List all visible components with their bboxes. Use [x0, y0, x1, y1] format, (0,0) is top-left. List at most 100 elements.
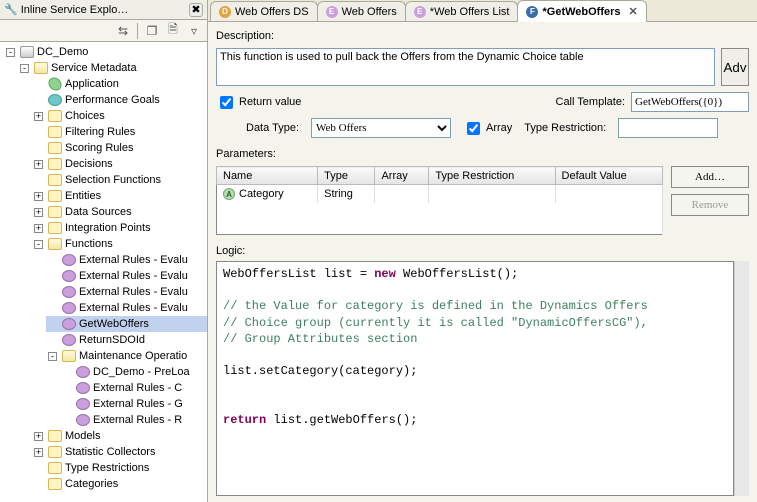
twisty-icon[interactable]: +: [34, 192, 43, 201]
tree-label: External Rules - C: [93, 380, 182, 396]
x-icon[interactable]: ✖: [189, 3, 203, 17]
tree-item[interactable]: Selection Functions: [32, 172, 207, 188]
logic-label: Logic:: [216, 245, 749, 257]
type-restriction-input[interactable]: [618, 118, 718, 138]
tree-function-item[interactable]: GetWebOffers: [46, 316, 207, 332]
tree-item[interactable]: Categories: [32, 476, 207, 492]
function-icon: [62, 334, 76, 346]
table-header[interactable]: Type: [318, 167, 375, 185]
tree-function-item[interactable]: External Rules - Evalu: [46, 284, 207, 300]
param-icon: A: [223, 188, 235, 200]
tree-label: DC_Demo: [37, 44, 88, 60]
twisty-icon[interactable]: +: [34, 208, 43, 217]
twisty-icon[interactable]: -: [6, 48, 15, 57]
function-form: Description: Adv Return value Call Templ…: [208, 22, 757, 261]
return-value-checkbox[interactable]: Return value: [216, 93, 301, 112]
folder-icon: [48, 238, 62, 250]
tree[interactable]: - DC_Demo - Service Metadata Application: [0, 42, 207, 502]
tree-item[interactable]: + Decisions: [32, 156, 207, 172]
twisty-icon[interactable]: -: [34, 240, 43, 249]
twisty-icon[interactable]: +: [34, 432, 43, 441]
tree-item[interactable]: Application: [32, 76, 207, 92]
tree-item[interactable]: Scoring Rules: [32, 140, 207, 156]
tree-label: GetWebOffers: [79, 316, 149, 332]
table-header[interactable]: Array: [375, 167, 429, 185]
editor-tab[interactable]: DWeb Offers DS: [210, 1, 318, 21]
array-checkbox[interactable]: Array: [463, 119, 512, 138]
tree-label: Categories: [65, 476, 118, 492]
tree-function-item[interactable]: External Rules - R: [60, 412, 207, 428]
tree-item[interactable]: +Choices: [32, 108, 207, 124]
editor-tab[interactable]: E*Web Offers List: [405, 1, 519, 21]
tree-item[interactable]: + Entities: [32, 188, 207, 204]
tree-item[interactable]: Performance Goals: [32, 92, 207, 108]
tree-item[interactable]: +Data Sources: [32, 204, 207, 220]
function-icon: [62, 318, 76, 330]
sidebar-title: Inline Service Explo…: [21, 4, 189, 16]
advanced-button[interactable]: Adv: [721, 48, 749, 86]
tree-service-metadata[interactable]: - Service Metadata: [18, 60, 207, 76]
table-header[interactable]: Type Restriction: [429, 167, 555, 185]
tree-label: DC_Demo - PreLoa: [93, 364, 190, 380]
tree-label: ReturnSDOId: [79, 332, 145, 348]
remove-parameter-button[interactable]: Remove: [671, 194, 749, 216]
tree-maintenance[interactable]: - Maintenance Operatio: [46, 348, 207, 364]
link-icon[interactable]: 🗎: [164, 22, 182, 40]
tree-label: Filtering Rules: [65, 124, 135, 140]
folder-icon: [48, 174, 62, 186]
tree-item[interactable]: Filtering Rules: [32, 124, 207, 140]
editor-tab[interactable]: EWeb Offers: [317, 1, 406, 21]
folder-icon: [48, 110, 62, 122]
twisty-icon[interactable]: +: [34, 224, 43, 233]
entity-icon: E: [326, 6, 338, 18]
tree-function-item[interactable]: ReturnSDOId: [46, 332, 207, 348]
tree-function-item[interactable]: External Rules - Evalu: [46, 252, 207, 268]
parameters-table[interactable]: NameTypeArrayType RestrictionDefault Val…: [216, 166, 663, 235]
scrollbar[interactable]: [734, 261, 749, 496]
tree-item[interactable]: +Models: [32, 428, 207, 444]
tab-label: *GetWebOffers: [542, 6, 620, 18]
tree-item[interactable]: Type Restrictions: [32, 460, 207, 476]
project-icon: [20, 46, 34, 58]
tree-root[interactable]: - DC_Demo: [4, 44, 207, 60]
tree-functions[interactable]: -Functions: [32, 236, 207, 252]
tree-label: Integration Points: [65, 220, 151, 236]
tree-label: External Rules - Evalu: [79, 252, 188, 268]
folder-icon: [48, 126, 62, 138]
editor-tab[interactable]: F*GetWebOffers✕: [517, 0, 646, 22]
call-template-input[interactable]: [631, 92, 749, 112]
tree-function-item[interactable]: External Rules - G: [60, 396, 207, 412]
folder-icon: [48, 446, 62, 458]
description-input[interactable]: [216, 48, 715, 86]
table-row[interactable]: ACategoryString: [217, 185, 663, 203]
function-icon: [62, 302, 76, 314]
table-header[interactable]: Default Value: [555, 167, 662, 185]
table-header[interactable]: Name: [217, 167, 318, 185]
tree-function-item[interactable]: External Rules - Evalu: [46, 300, 207, 316]
tree-item[interactable]: +Statistic Collectors: [32, 444, 207, 460]
tree-label: Entities: [65, 188, 101, 204]
add-parameter-button[interactable]: Add…: [671, 166, 749, 188]
close-icon[interactable]: ✕: [629, 5, 638, 18]
twisty-icon[interactable]: -: [48, 352, 57, 361]
goals-icon: [48, 94, 62, 106]
menu-icon[interactable]: ▿: [185, 22, 203, 40]
tree-function-item[interactable]: DC_Demo - PreLoa: [60, 364, 207, 380]
collapse-all-icon[interactable]: ⇆: [114, 22, 132, 40]
tree-function-item[interactable]: External Rules - C: [60, 380, 207, 396]
datasource-icon: D: [219, 6, 231, 18]
data-type-select[interactable]: Web Offers: [311, 118, 451, 138]
copy-icon[interactable]: ❐: [143, 22, 161, 40]
tree-item[interactable]: + Integration Points: [32, 220, 207, 236]
folder-icon: [48, 478, 62, 490]
tree-label: Decisions: [65, 156, 113, 172]
tree-label: Maintenance Operatio: [79, 348, 187, 364]
twisty-icon[interactable]: +: [34, 160, 43, 169]
twisty-icon[interactable]: +: [34, 112, 43, 121]
logic-code-editor[interactable]: WebOffersList list = new WebOffersList()…: [216, 261, 734, 496]
twisty-icon[interactable]: +: [34, 448, 43, 457]
tree-label: External Rules - Evalu: [79, 284, 188, 300]
twisty-icon[interactable]: -: [20, 64, 29, 73]
app-icon: [46, 75, 64, 93]
tree-function-item[interactable]: External Rules - Evalu: [46, 268, 207, 284]
